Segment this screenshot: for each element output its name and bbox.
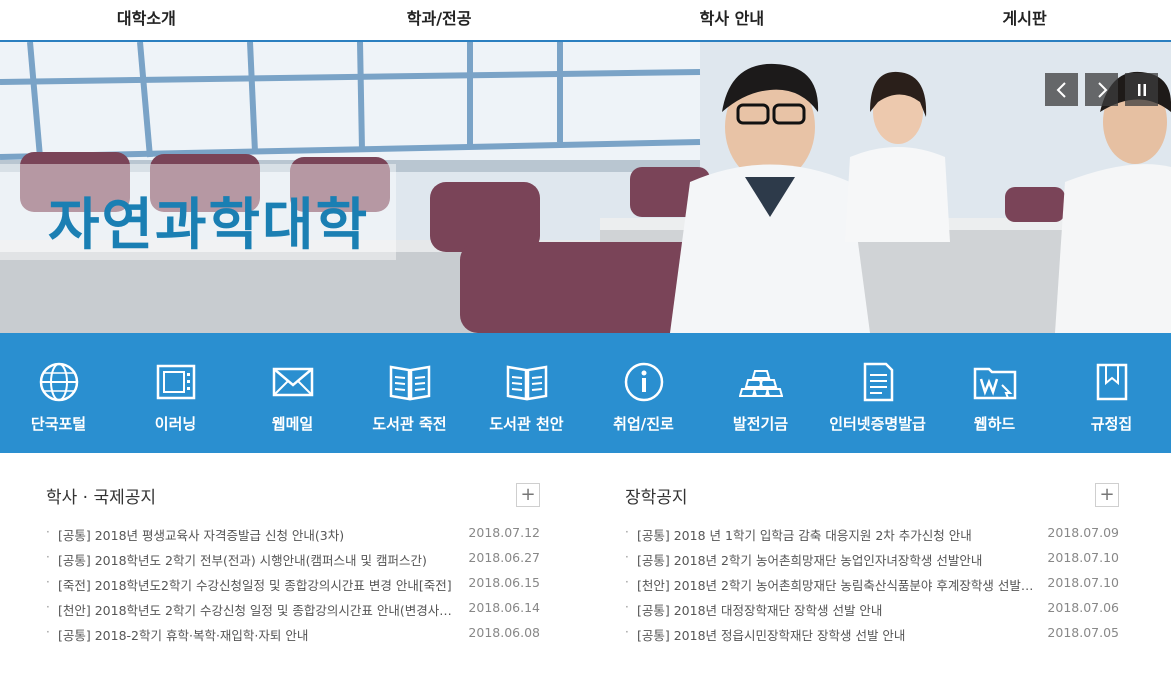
list-item: [죽전] 2018학년도2학기 수강신청일정 및 종합강의시간표 변경 안내[죽… — [46, 575, 540, 600]
notice-link[interactable]: [공통] 2018년 평생교육사 자격증발급 신청 안내(3차) — [58, 525, 458, 544]
quick-link-regulations[interactable]: 규정집 — [1053, 333, 1170, 453]
list-item: [공통] 2018 년 1학기 입학금 감축 대응지원 2차 추가신청 안내 2… — [625, 525, 1119, 550]
panel-header: 장학공지 + — [625, 483, 1119, 509]
notice-link[interactable]: [공통] 2018년 정읍시민장학재단 장학생 선발 안내 — [637, 625, 1037, 644]
quick-link-label: 웹하드 — [973, 415, 1016, 433]
top-navigation: 대학소개 학과/전공 학사 안내 게시판 — [0, 0, 1171, 42]
quick-link-elearning[interactable]: 이러닝 — [117, 333, 234, 453]
notice-link[interactable]: [공통] 2018학년도 2학기 전부(전과) 시행안내(캠퍼스내 및 캠퍼스간… — [58, 550, 458, 569]
notice-date: 2018.07.12 — [468, 525, 540, 540]
quick-link-label: 규정집 — [1090, 415, 1133, 433]
nav-item-board[interactable]: 게시판 — [878, 0, 1171, 40]
list-item: [천안] 2018학년도 2학기 수강신청 일정 및 종합강의시간표 안내(변경… — [46, 600, 540, 625]
notice-date: 2018.07.10 — [1047, 550, 1119, 565]
quick-link-webhard[interactable]: 웹하드 — [936, 333, 1053, 453]
nav-item-departments[interactable]: 학과/전공 — [293, 0, 586, 40]
notice-panel-scholarship: 장학공지 + [공통] 2018 년 1학기 입학금 감축 대응지원 2차 추가… — [625, 483, 1119, 650]
gold-bars-icon — [738, 370, 783, 397]
panel-title: 학사 · 국제공지 — [46, 488, 157, 508]
notice-link[interactable]: [천안] 2018학년도 2학기 수강신청 일정 및 종합강의시간표 안내(변경… — [58, 600, 458, 619]
quick-link-label: 이러닝 — [154, 415, 197, 433]
pause-icon — [1137, 83, 1146, 96]
book-icon — [506, 365, 547, 401]
quick-link-label: 도서관 천안 — [489, 415, 564, 433]
list-item: [공통] 2018년 대정장학재단 장학생 선발 안내 2018.07.06 — [625, 600, 1119, 625]
list-item: [공통] 2018년 정읍시민장학재단 장학생 선발 안내 2018.07.05 — [625, 625, 1119, 650]
nav-item-academic-guide[interactable]: 학사 안내 — [586, 0, 879, 40]
notice-link[interactable]: [공통] 2018년 대정장학재단 장학생 선발 안내 — [637, 600, 1037, 619]
quick-link-label: 단국포털 — [30, 415, 87, 433]
notice-date: 2018.06.08 — [468, 625, 540, 640]
slide-pause-button[interactable] — [1125, 73, 1158, 106]
list-item: [공통] 2018년 2학기 농어촌희망재단 농업인자녀장학생 선발안내 201… — [625, 550, 1119, 575]
notice-link[interactable]: [천안] 2018년 2학기 농어촌희망재단 농림축산식품분야 후계장학생 선발… — [637, 575, 1037, 594]
hero-banner: 자연과학대학 — [0, 42, 1171, 333]
more-button[interactable]: + — [516, 483, 540, 507]
notice-list: [공통] 2018 년 1학기 입학금 감축 대응지원 2차 추가신청 안내 2… — [625, 525, 1119, 650]
notice-link[interactable]: [죽전] 2018학년도2학기 수강신청일정 및 종합강의시간표 변경 안내[죽… — [58, 575, 458, 594]
quick-link-label: 취업/진로 — [613, 415, 674, 433]
notice-date: 2018.07.10 — [1047, 575, 1119, 590]
notice-panel-academic: 학사 · 국제공지 + [공통] 2018년 평생교육사 자격증발급 신청 안내… — [46, 483, 540, 650]
globe-icon — [39, 362, 78, 402]
hero-title: 자연과학대학 — [48, 193, 370, 258]
list-item: [천안] 2018년 2학기 농어촌희망재단 농림축산식품분야 후계장학생 선발… — [625, 575, 1119, 600]
notice-list: [공통] 2018년 평생교육사 자격증발급 신청 안내(3차) 2018.07… — [46, 525, 540, 650]
bookmark-icon — [1096, 363, 1127, 401]
monitor-icon — [156, 364, 195, 400]
notice-link[interactable]: [공통] 2018-2학기 휴학·복학·재입학·자퇴 안내 — [58, 625, 458, 644]
slide-prev-button[interactable] — [1045, 73, 1078, 106]
notice-date: 2018.07.09 — [1047, 525, 1119, 540]
list-item: [공통] 2018-2학기 휴학·복학·재입학·자퇴 안내 2018.06.08 — [46, 625, 540, 650]
nav-item-about[interactable]: 대학소개 — [0, 0, 293, 40]
quick-link-label: 인터넷증명발급 — [829, 415, 926, 433]
quick-link-label: 발전기금 — [732, 415, 789, 433]
notice-date: 2018.07.05 — [1047, 625, 1119, 640]
notice-date: 2018.06.14 — [468, 600, 540, 615]
quick-link-label: 웹메일 — [271, 415, 314, 433]
folder-w-icon — [973, 367, 1016, 400]
panel-header: 학사 · 국제공지 + — [46, 483, 540, 509]
slide-next-button[interactable] — [1085, 73, 1118, 106]
quick-link-library-jukjeon[interactable]: 도서관 죽전 — [351, 333, 468, 453]
quick-link-label: 도서관 죽전 — [372, 415, 447, 433]
quick-link-library-cheonan[interactable]: 도서관 천안 — [468, 333, 585, 453]
notice-link[interactable]: [공통] 2018년 2학기 농어촌희망재단 농업인자녀장학생 선발안내 — [637, 550, 1037, 569]
quick-link-certificate[interactable]: 인터넷증명발급 — [819, 333, 936, 453]
document-icon — [863, 362, 893, 402]
book-icon — [389, 365, 430, 401]
notice-date: 2018.07.06 — [1047, 600, 1119, 615]
quick-link-career[interactable]: 취업/진로 — [585, 333, 702, 453]
info-icon — [624, 362, 663, 402]
panel-title: 장학공지 — [625, 488, 688, 508]
notice-date: 2018.06.15 — [468, 575, 540, 590]
quick-links-bar: 단국포털 이러닝 웹메일 도서관 죽전 도서관 천안 취업/진로 발전기금 인터… — [0, 333, 1171, 453]
chevron-left-icon — [1056, 81, 1066, 98]
chevron-right-icon — [1097, 81, 1107, 98]
quick-link-webmail[interactable]: 웹메일 — [234, 333, 351, 453]
quick-link-development-fund[interactable]: 발전기금 — [702, 333, 819, 453]
notice-link[interactable]: [공통] 2018 년 1학기 입학금 감축 대응지원 2차 추가신청 안내 — [637, 525, 1037, 544]
quick-link-portal[interactable]: 단국포털 — [0, 333, 117, 453]
notice-date: 2018.06.27 — [468, 550, 540, 565]
envelope-icon — [272, 367, 313, 397]
list-item: [공통] 2018년 평생교육사 자격증발급 신청 안내(3차) 2018.07… — [46, 525, 540, 550]
more-button[interactable]: + — [1095, 483, 1119, 507]
list-item: [공통] 2018학년도 2학기 전부(전과) 시행안내(캠퍼스내 및 캠퍼스간… — [46, 550, 540, 575]
